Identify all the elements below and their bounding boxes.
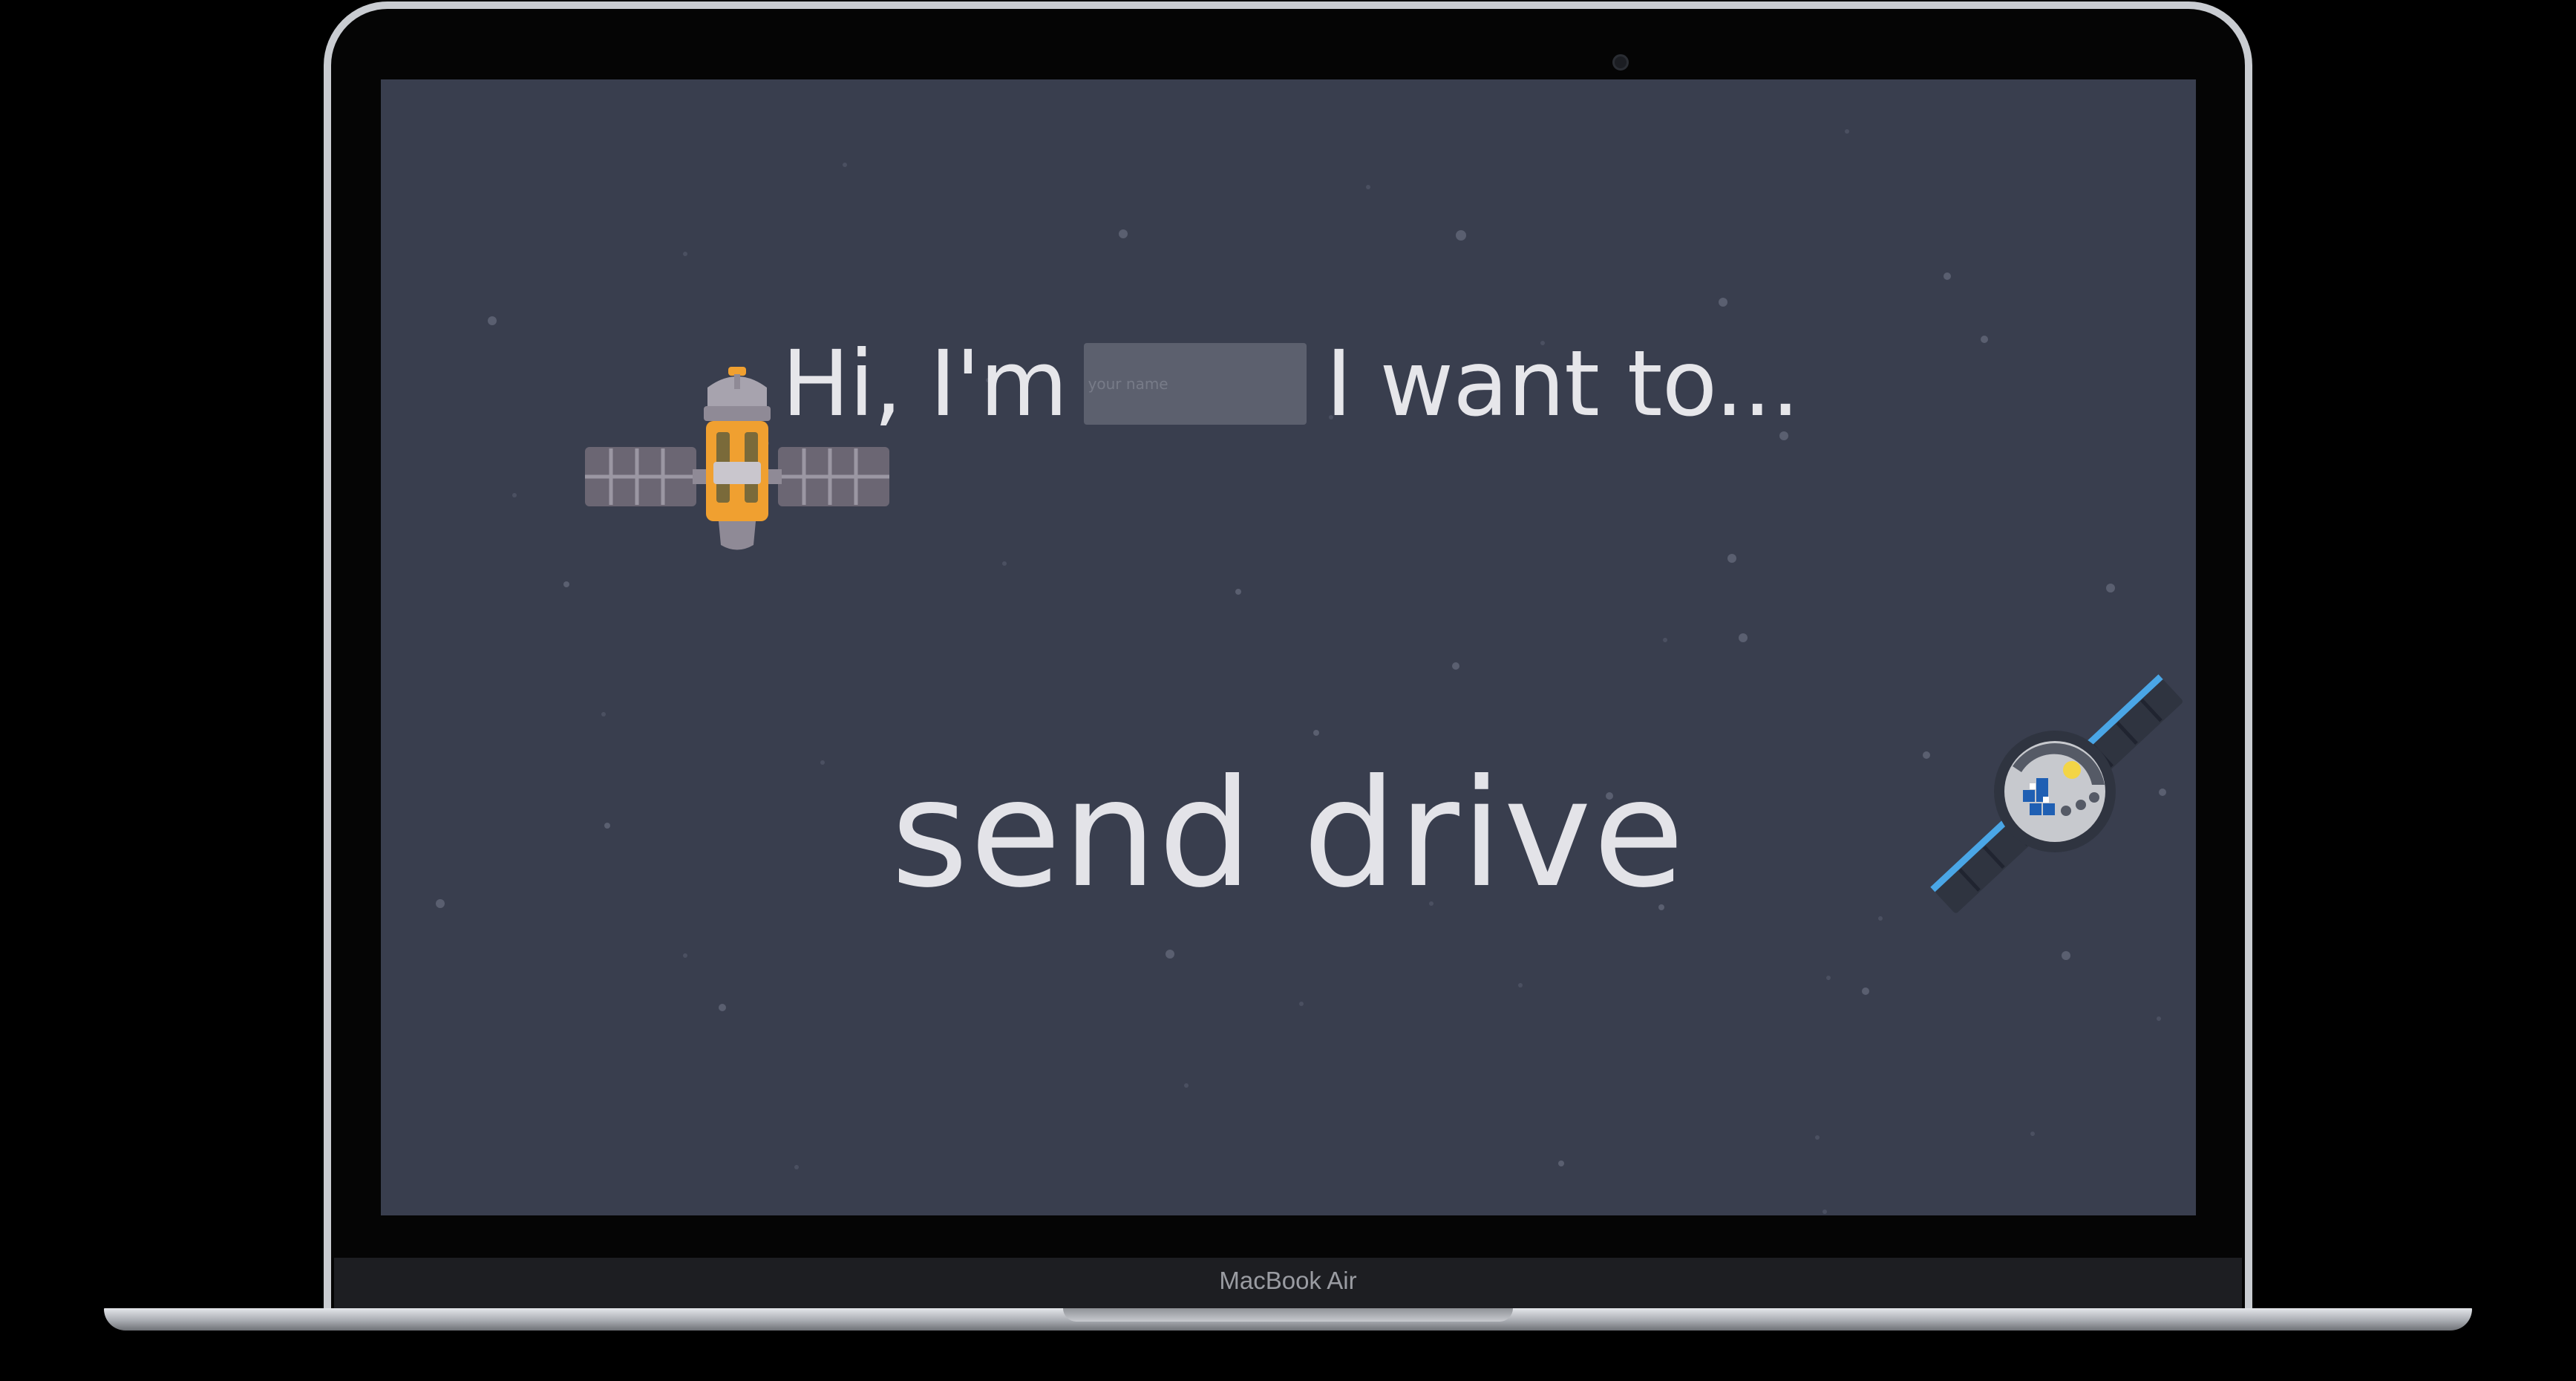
device-label: MacBook Air [1219, 1267, 1357, 1294]
camera-icon [1612, 54, 1629, 71]
greeting-row: Hi, I'm I want to... [782, 331, 1800, 437]
screenshot: Hi, I'm I want to... send drive MacBook … [0, 0, 2576, 1381]
action-text[interactable]: send drive [381, 748, 2196, 921]
greeting-suffix: I want to... [1325, 331, 1800, 437]
laptop-notch [1063, 1308, 1513, 1322]
app-screen: Hi, I'm I want to... send drive [381, 79, 2196, 1215]
name-input[interactable] [1083, 343, 1307, 425]
greeting-prefix: Hi, I'm [782, 331, 1068, 437]
